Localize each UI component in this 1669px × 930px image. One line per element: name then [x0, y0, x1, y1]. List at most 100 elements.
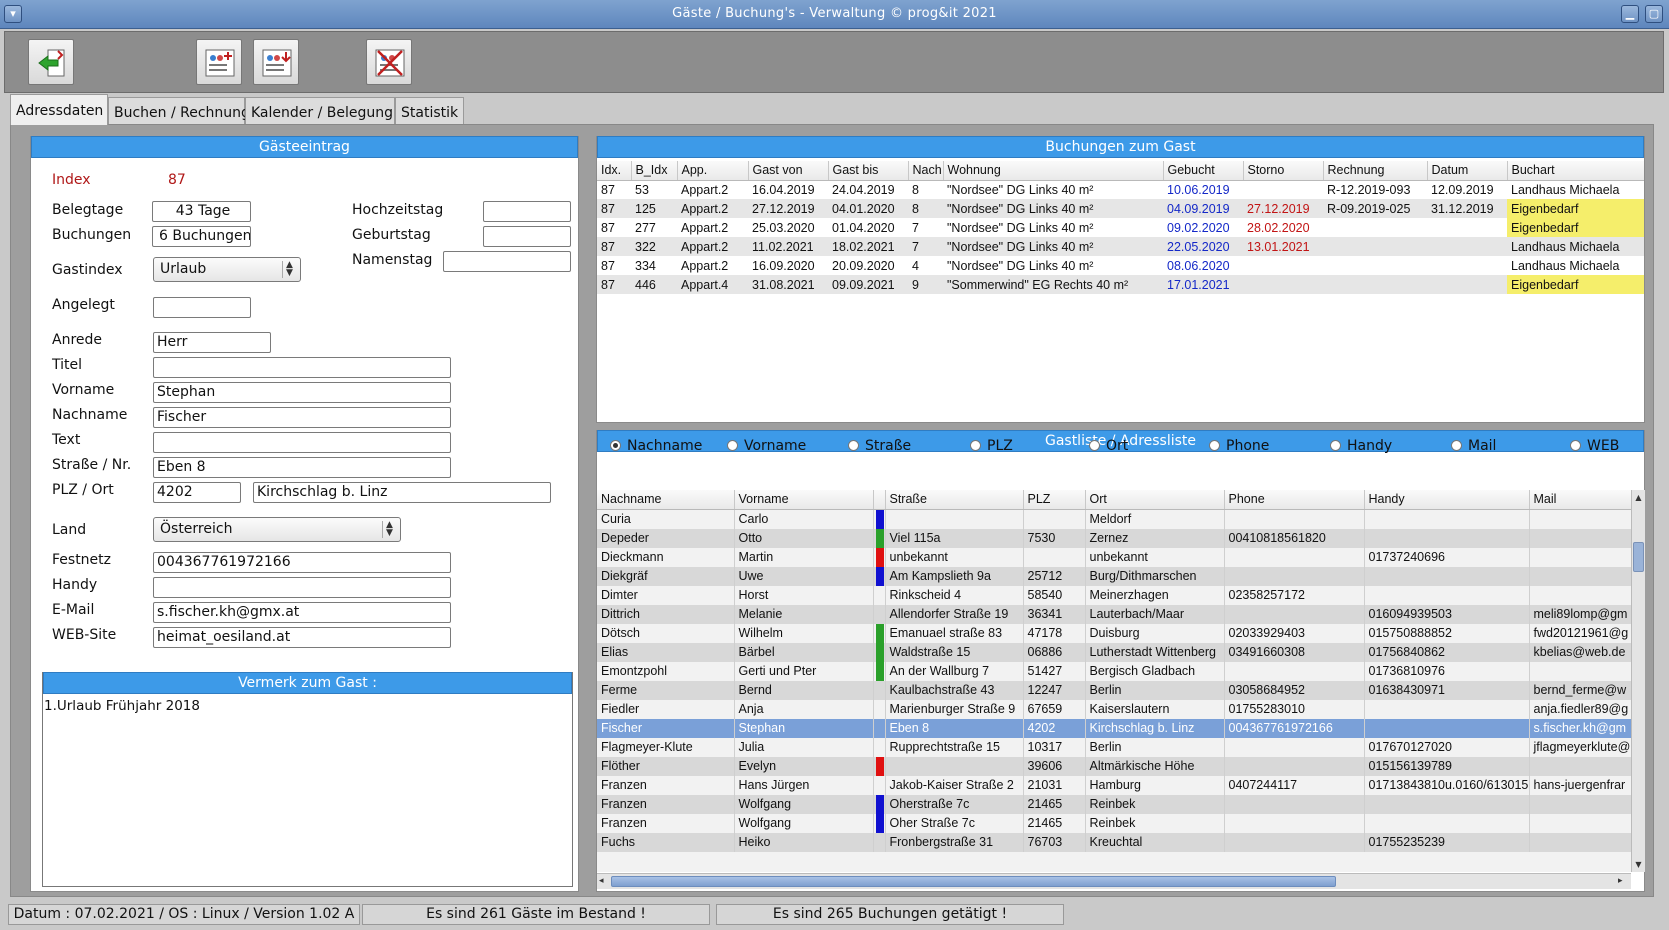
tab-adressdaten[interactable]: Adressdaten — [10, 94, 108, 125]
maximize-button[interactable]: ▢ — [1645, 5, 1663, 23]
guest-row[interactable]: Franzen Hans Jürgen Jakob-Kaiser Straße 22… — [597, 775, 1631, 795]
guest-row[interactable]: Fiedler Anja Marienburger Straße 9 67659 Kai… — [597, 699, 1631, 719]
bookings-column-header[interactable]: Buchart — [1507, 161, 1644, 181]
guestlist-column-header[interactable]: Handy — [1364, 490, 1530, 510]
guest-row[interactable]: Franzen Wolfgang Oher Straße 7c 21465 Reinbe… — [597, 813, 1631, 833]
web-field[interactable]: heimat_oesiland.at — [153, 627, 451, 648]
window-menu-icon[interactable]: ▾ — [4, 5, 22, 23]
ort-field[interactable]: Kirchschlag b. Linz — [253, 482, 551, 503]
strasse-field[interactable]: Eben 8 — [153, 457, 451, 478]
text-field[interactable] — [153, 432, 451, 453]
guest-row[interactable]: Depeder Otto Viel 115a 7530 Zernez 0041081856… — [597, 528, 1631, 548]
exit-button[interactable] — [28, 39, 74, 85]
sort-radio[interactable]: Mail — [1451, 438, 1496, 454]
index-value: 87 — [168, 172, 186, 188]
scroll-down-icon[interactable]: ▼ — [1633, 859, 1644, 870]
guest-row[interactable]: Flöther Evelyn 39606 Altmärkische Höhe 01515… — [597, 756, 1631, 776]
angelegt-field[interactable] — [153, 297, 251, 318]
bookings-column-header[interactable]: App. — [677, 161, 749, 181]
guest-row[interactable]: Elias Bärbel Waldstraße 15 06886 Lutherstadt… — [597, 642, 1631, 662]
booking-row[interactable]: 87 322 Appart.2 11.02.2021 18.02.2021 7 "Nords… — [597, 237, 1644, 256]
bookings-column-header[interactable]: Wohnung — [943, 161, 1164, 181]
scroll-left-icon[interactable]: ◂ — [599, 876, 610, 887]
email-field[interactable]: s.fischer.kh@gmx.at — [153, 602, 451, 623]
tab-buchen-rechnung[interactable]: Buchen / Rechnung — [108, 97, 250, 124]
hochzeitstag-field[interactable] — [483, 201, 571, 222]
booking-row[interactable]: 87 446 Appart.4 31.08.2021 09.09.2021 9 "Somme… — [597, 275, 1644, 294]
festnetz-label: Festnetz — [52, 552, 112, 568]
guestlist-column-header[interactable]: Straße — [885, 490, 1024, 510]
sort-radio[interactable]: Phone — [1209, 438, 1269, 454]
guestlist-column-header[interactable]: Phone — [1224, 490, 1365, 510]
minimize-button[interactable]: ▁ — [1621, 5, 1639, 23]
land-select[interactable]: Österreich ▲ ▼ — [153, 517, 401, 542]
nachname-field[interactable]: Fischer — [153, 407, 451, 428]
guest-row[interactable]: Dieckmann Martin unbekannt unbekannt 0173724… — [597, 547, 1631, 567]
guest-cell: kbelias@web.de — [1529, 642, 1631, 662]
bookings-column-header[interactable]: Nach — [908, 161, 944, 181]
bookings-column-header[interactable]: Gebucht — [1163, 161, 1244, 181]
tab-statistik[interactable]: Statistik — [395, 97, 464, 124]
guestlist-column-header[interactable]: Mail — [1529, 490, 1631, 510]
sort-radio[interactable]: Straße — [848, 438, 911, 454]
guest-row[interactable]: Emontzpohl Gerti und Pter An der Wallburg … — [597, 661, 1631, 681]
import-guest-button[interactable] — [253, 39, 299, 85]
guest-row[interactable]: Franzen Wolfgang Oherstraße 7c 21465 Reinbek — [597, 794, 1631, 814]
guestlist-vscrollbar[interactable]: ▲ ▼ — [1631, 490, 1645, 872]
guestlist-column-header[interactable] — [873, 490, 886, 510]
geburtstag-field[interactable] — [483, 226, 571, 247]
booking-row[interactable]: 87 125 Appart.2 27.12.2019 04.01.2020 8 "Nords… — [597, 199, 1644, 218]
tab-kalender-belegung[interactable]: Kalender / Belegung — [245, 97, 395, 124]
bookings-column-header[interactable]: Idx. — [597, 161, 632, 181]
booking-row[interactable]: 87 277 Appart.2 25.03.2020 01.04.2020 7 "Nords… — [597, 218, 1644, 237]
guest-cell: 10317 — [1023, 737, 1086, 757]
festnetz-field[interactable]: 004367761972166 — [153, 552, 451, 573]
guestlist-column-header[interactable]: Vorname — [734, 490, 874, 510]
plz-field[interactable]: 4202 — [153, 482, 241, 503]
sort-radio[interactable]: Nachname — [610, 438, 702, 454]
vorname-field[interactable]: Stephan — [153, 382, 451, 403]
guest-row[interactable]: Fuchs Heiko Fronbergstraße 31 76703 Kreuchta… — [597, 832, 1631, 852]
scroll-up-icon[interactable]: ▲ — [1633, 492, 1644, 503]
namenstag-field[interactable] — [443, 251, 571, 272]
handy-field[interactable] — [153, 577, 451, 598]
guest-row[interactable]: Dötsch Wilhelm Emanuael straße 83 47178 Duis… — [597, 623, 1631, 643]
anrede-field[interactable]: Herr — [153, 332, 271, 353]
booking-cell: 18.02.2021 — [828, 237, 908, 256]
guest-row[interactable]: Diekgräf Uwe Am Kampslieth 9a 25712 Burg/Dit… — [597, 566, 1631, 586]
bookings-column-header[interactable]: Storno — [1243, 161, 1324, 181]
add-guest-button[interactable] — [196, 39, 242, 85]
guestlist-column-header[interactable]: Ort — [1085, 490, 1225, 510]
guest-row[interactable]: Curia Carlo Meldorf — [597, 509, 1631, 529]
guest-row[interactable]: Fischer Stephan Eben 8 4202 Kirchschlag b. L… — [597, 718, 1631, 738]
bookings-column-header[interactable]: Rechnung — [1323, 161, 1428, 181]
vermerk-text[interactable]: 1.Urlaub Frühjahr 2018 — [44, 698, 200, 714]
gastindex-select[interactable]: Urlaub ▲ ▼ — [153, 257, 301, 282]
titel-field[interactable] — [153, 357, 451, 378]
booking-cell: Eigenbedarf — [1507, 275, 1644, 294]
guest-cell: 7530 — [1023, 528, 1086, 548]
booking-row[interactable]: 87 334 Appart.2 16.09.2020 20.09.2020 4 "Nords… — [597, 256, 1644, 275]
guestlist-column-header[interactable]: Nachname — [597, 490, 735, 510]
sort-radio[interactable]: WEB — [1570, 438, 1619, 454]
sort-radio[interactable]: Vorname — [727, 438, 806, 454]
guestlist-column-header[interactable]: PLZ — [1023, 490, 1086, 510]
guestlist-hscrollbar[interactable]: ◂ ▸ — [597, 873, 1631, 889]
bookings-column-header[interactable]: B_Idx — [631, 161, 678, 181]
delete-guest-button[interactable] — [366, 39, 412, 85]
booking-row[interactable]: 87 53 Appart.2 16.04.2019 24.04.2019 8 "Nordse… — [597, 180, 1644, 199]
bookings-column-header[interactable]: Gast von — [748, 161, 829, 181]
guest-cell: Evelyn — [734, 756, 874, 776]
sort-radio[interactable]: Handy — [1330, 438, 1392, 454]
bookings-column-header[interactable]: Gast bis — [828, 161, 909, 181]
bookings-column-header[interactable]: Datum — [1427, 161, 1508, 181]
sort-radio[interactable]: Ort — [1089, 438, 1128, 454]
guest-row[interactable]: Dimter Horst Rinkscheid 4 58540 Meinerzhagen… — [597, 585, 1631, 605]
vscroll-thumb[interactable] — [1633, 542, 1644, 572]
guest-row[interactable]: Flagmeyer-Klute Julia Rupprechtstraße 15 10… — [597, 737, 1631, 757]
guest-row[interactable]: Ferme Bernd Kaulbachstraße 43 12247 Berlin 03… — [597, 680, 1631, 700]
hscroll-thumb[interactable] — [611, 876, 1336, 887]
scroll-right-icon[interactable]: ▸ — [1618, 876, 1629, 887]
sort-radio[interactable]: PLZ — [970, 438, 1013, 454]
guest-row[interactable]: Dittrich Melanie Allendorfer Straße 19 3634… — [597, 604, 1631, 624]
